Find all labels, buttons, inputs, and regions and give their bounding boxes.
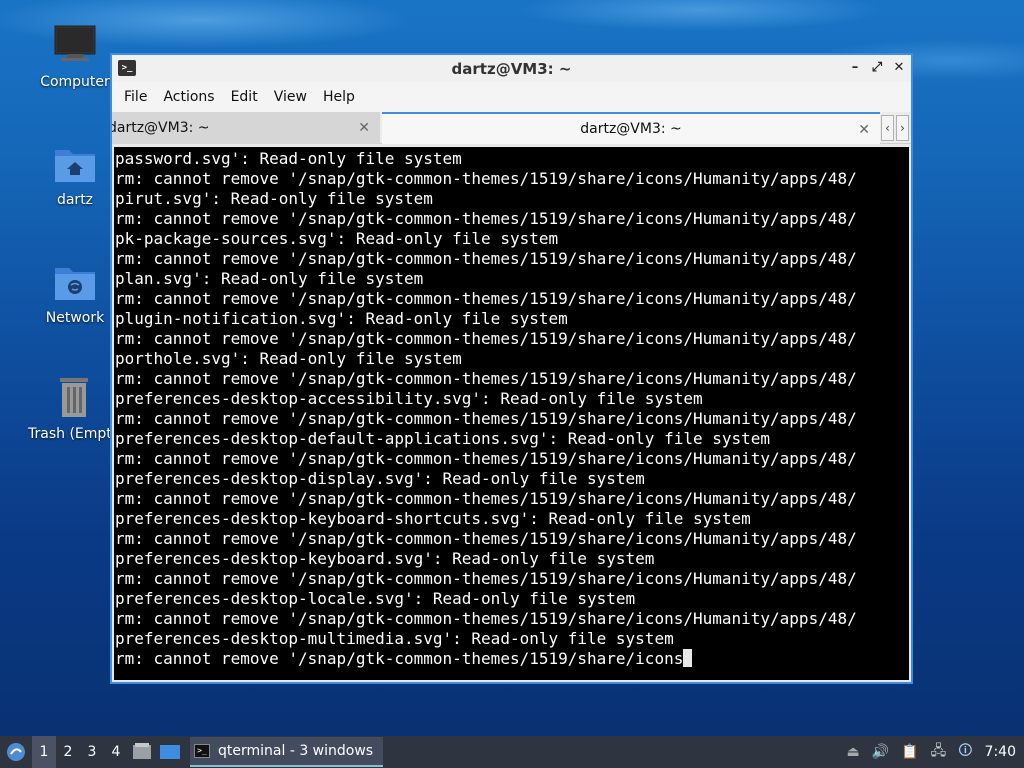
workspace-2[interactable]: 2 [56, 736, 80, 768]
tab-1[interactable]: dartz@VM3: ~ ✕ [112, 112, 380, 144]
file-manager-icon [133, 743, 151, 759]
close-button[interactable]: ✕ [893, 59, 905, 77]
terminal-line: plan.svg': Read-only file system [115, 269, 424, 288]
menu-bar: File Actions Edit View Help [112, 82, 911, 112]
terminal-line: password.svg': Read-only file system [115, 149, 462, 168]
lubuntu-logo-icon [7, 743, 25, 761]
maximize-button[interactable]: ⤢ [871, 59, 883, 77]
desktop-icon-label: Trash (Empty) [28, 426, 110, 442]
home-folder-icon [51, 140, 99, 188]
tab-scroll-left-icon[interactable]: ‹ [881, 115, 894, 141]
terminal-line: rm: cannot remove '/snap/gtk-common-them… [115, 409, 857, 428]
tab-label: dartz@VM3: ~ [112, 120, 210, 136]
terminal-app-icon: >_ [118, 60, 136, 76]
terminal-line: rm: cannot remove '/snap/gtk-common-them… [115, 249, 857, 268]
menu-edit[interactable]: Edit [223, 89, 266, 105]
desktop-icon-network[interactable]: Network [30, 258, 120, 326]
terminal-line: preferences-desktop-locale.svg': Read-on… [115, 589, 636, 608]
tab-2[interactable]: dartz@VM3: ~ ✕ [382, 112, 880, 144]
terminal-task-icon: >_ [194, 744, 210, 758]
taskbar-task-qterminal[interactable]: >_ qterminal - 3 windows [190, 737, 384, 767]
file-manager-launcher[interactable] [128, 736, 156, 768]
tab-bar: dartz@VM3: ~ ✕ dartz@VM3: ~ ✕ ‹ › [112, 112, 911, 144]
system-tray: ⏏ 🔊 📋 🖧 🛈 7:40 [847, 736, 1024, 768]
notification-icon[interactable]: 🛈 [958, 740, 972, 764]
terminal-line: rm: cannot remove '/snap/gtk-common-them… [115, 569, 857, 588]
window-title: dartz@VM3: ~ [451, 59, 572, 78]
terminal-line: rm: cannot remove '/snap/gtk-common-them… [115, 289, 857, 308]
terminal-window: >_ dartz@VM3: ~ – ⤢ ✕ File Actions Edit … [110, 53, 913, 684]
terminal-line: rm: cannot remove '/snap/gtk-common-them… [115, 369, 857, 388]
terminal-line: preferences-desktop-keyboard-shortcuts.s… [115, 509, 751, 528]
terminal-line: rm: cannot remove '/snap/gtk-common-them… [115, 329, 857, 348]
terminal-line: pirut.svg': Read-only file system [115, 189, 433, 208]
desktop-icon-computer[interactable]: Computer [30, 22, 120, 90]
menu-view[interactable]: View [266, 89, 315, 105]
menu-actions[interactable]: Actions [155, 89, 222, 105]
tab-close-icon[interactable]: ✕ [858, 122, 870, 138]
terminal-line: rm: cannot remove '/snap/gtk-common-them… [115, 609, 857, 628]
workspace-4[interactable]: 4 [104, 736, 128, 768]
terminal-prompt-line: rm: cannot remove '/snap/gtk-common-them… [115, 649, 909, 669]
terminal-cursor [683, 649, 693, 667]
workspace-1[interactable]: 1 [32, 736, 56, 768]
desktop-icon-trash[interactable]: Trash (Empty) [28, 374, 110, 442]
network-icon[interactable]: 🖧 [931, 740, 947, 764]
tab-scroll-right-icon[interactable]: › [896, 115, 909, 141]
tab-label: dartz@VM3: ~ [580, 121, 682, 137]
tab-close-icon[interactable]: ✕ [358, 120, 370, 136]
start-menu-button[interactable] [0, 736, 32, 768]
terminal-line: rm: cannot remove '/snap/gtk-common-them… [115, 529, 857, 548]
terminal-line: porthole.svg': Read-only file system [115, 349, 462, 368]
terminal-line: rm: cannot remove '/snap/gtk-common-them… [115, 209, 857, 228]
task-label: qterminal - 3 windows [218, 743, 374, 759]
terminal-line: rm: cannot remove '/snap/gtk-common-them… [115, 489, 857, 508]
taskbar: 1 2 3 4 >_ qterminal - 3 windows ⏏ 🔊 📋 🖧… [0, 736, 1024, 768]
computer-icon [51, 22, 99, 70]
terminal-line: preferences-desktop-multimedia.svg': Rea… [115, 629, 674, 648]
terminal-output[interactable]: password.svg': Read-only file system rm: … [114, 147, 909, 680]
terminal-line: rm: cannot remove '/snap/gtk-common-them… [115, 449, 857, 468]
clipboard-icon[interactable]: 📋 [901, 744, 918, 760]
terminal-line: rm: cannot remove '/snap/gtk-common-them… [115, 169, 857, 188]
show-desktop-button[interactable] [156, 736, 184, 768]
window-titlebar[interactable]: >_ dartz@VM3: ~ – ⤢ ✕ [112, 55, 911, 82]
desktop-icon-label: Computer [40, 74, 110, 90]
terminal-line: pk-package-sources.svg': Read-only file … [115, 229, 559, 248]
terminal-line: preferences-desktop-default-applications… [115, 429, 771, 448]
terminal-line: preferences-desktop-accessibility.svg': … [115, 389, 703, 408]
menu-file[interactable]: File [116, 89, 155, 105]
desktop-icon-label: dartz [56, 192, 94, 208]
minimize-button[interactable]: – [849, 59, 861, 77]
menu-help[interactable]: Help [315, 89, 363, 105]
desktop-icon-label: Network [45, 310, 105, 326]
desktop-icon [160, 745, 180, 759]
workspace-3[interactable]: 3 [80, 736, 104, 768]
desktop-icon-home[interactable]: dartz [30, 140, 120, 208]
terminal-line: preferences-desktop-display.svg': Read-o… [115, 469, 645, 488]
terminal-line: preferences-desktop-keyboard.svg': Read-… [115, 549, 655, 568]
trash-icon [50, 374, 98, 422]
network-folder-icon [51, 258, 99, 306]
terminal-line-text: rm: cannot remove '/snap/gtk-common-them… [115, 649, 684, 668]
terminal-line: plugin-notification.svg': Read-only file… [115, 309, 568, 328]
volume-icon[interactable]: 🔊 [872, 744, 889, 760]
clock[interactable]: 7:40 [985, 744, 1016, 760]
eject-icon[interactable]: ⏏ [847, 744, 860, 760]
